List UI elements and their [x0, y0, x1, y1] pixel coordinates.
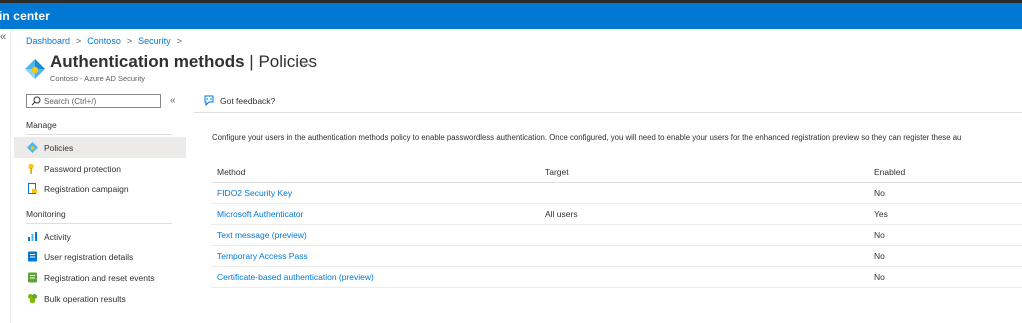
events-icon [28, 272, 37, 283]
portal-left-strip [0, 29, 11, 323]
authentication-methods-icon [25, 59, 45, 79]
breadcrumb-separator: > [176, 36, 182, 46]
method-enabled: Yes [868, 203, 1022, 225]
collapse-nav-button[interactable]: « [170, 95, 176, 106]
column-header-enabled[interactable]: Enabled [868, 162, 1022, 183]
breadcrumb-separator: > [76, 36, 82, 46]
portal-title[interactable]: in center [0, 9, 50, 23]
method-enabled: No [868, 224, 1022, 246]
search-icon [31, 96, 41, 106]
table-row[interactable]: Text message (preview) No [211, 224, 1022, 246]
table-header-row: Method Target Enabled [211, 162, 1022, 183]
nav-item-bulk-operation-results[interactable]: Bulk operation results [14, 288, 186, 309]
nav-item-activity[interactable]: Activity [14, 226, 186, 247]
page-subtitle: Contoso - Azure AD Security [50, 74, 146, 83]
method-link[interactable]: Text message (preview) [211, 224, 539, 246]
user-details-icon [28, 251, 37, 262]
more-options-button[interactable]: ... [300, 54, 310, 68]
document-icon [28, 183, 37, 194]
chart-icon [28, 232, 37, 241]
breadcrumb-separator: > [126, 36, 133, 46]
method-enabled: No [868, 266, 1022, 288]
table-row[interactable]: Certificate-based authentication (previe… [211, 266, 1022, 288]
feedback-button[interactable]: Got feedback? [203, 95, 275, 107]
nav-item-user-registration-details[interactable]: User registration details [14, 246, 186, 267]
search-input[interactable]: Search (Ctrl+/) [26, 94, 161, 108]
policy-description: Configure your users in the authenticati… [212, 133, 962, 142]
top-bar: in center [0, 0, 1022, 29]
method-target [539, 182, 868, 204]
method-link[interactable]: Microsoft Authenticator [211, 203, 539, 225]
breadcrumb-security[interactable]: Security [138, 36, 171, 46]
nav-section-monitoring: Monitoring [26, 209, 66, 219]
table-row[interactable]: Microsoft Authenticator All users Yes [211, 203, 1022, 225]
table-row[interactable]: Temporary Access Pass No [211, 245, 1022, 267]
column-header-method[interactable]: Method [211, 162, 539, 183]
nav-section-manage: Manage [26, 120, 57, 130]
policy-icon [27, 142, 38, 153]
method-target [539, 224, 868, 246]
page-title: Authentication methods | Policies [50, 52, 318, 71]
search-placeholder: Search (Ctrl+/) [44, 96, 97, 106]
breadcrumb-contoso[interactable]: Contoso [87, 36, 121, 46]
method-enabled: No [868, 182, 1022, 204]
nav-divider [26, 134, 172, 135]
expand-portal-menu-button[interactable]: « [0, 31, 6, 43]
nav-divider [26, 223, 172, 224]
method-link[interactable]: Certificate-based authentication (previe… [211, 266, 539, 288]
nav-item-registration-and-reset-events[interactable]: Registration and reset events [14, 267, 186, 288]
toolbar-divider [194, 112, 1022, 113]
method-target [539, 245, 868, 267]
method-link[interactable]: FIDO2 Security Key [211, 182, 539, 204]
table-row[interactable]: FIDO2 Security Key No [211, 182, 1022, 204]
method-target [539, 266, 868, 288]
nav-item-registration-campaign[interactable]: Registration campaign [14, 178, 186, 199]
key-icon [28, 163, 34, 174]
authentication-methods-table: Method Target Enabled FIDO2 Security Key… [211, 162, 1022, 288]
breadcrumb-dashboard[interactable]: Dashboard [26, 36, 70, 46]
method-target: All users [539, 203, 868, 225]
method-enabled: No [868, 245, 1022, 267]
column-header-target[interactable]: Target [539, 162, 868, 183]
nav-item-policies[interactable]: Policies [14, 137, 186, 158]
breadcrumb: Dashboard > Contoso > Security > [26, 36, 182, 46]
method-link[interactable]: Temporary Access Pass [211, 245, 539, 267]
nav-item-password-protection[interactable]: Password protection [14, 158, 186, 179]
bulk-icon [28, 294, 37, 304]
feedback-icon [204, 95, 214, 107]
